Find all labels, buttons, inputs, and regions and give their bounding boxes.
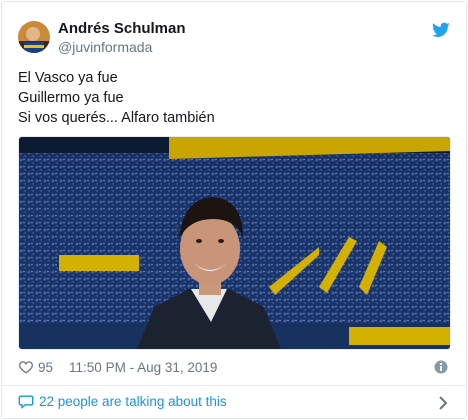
tweet-card: Andrés Schulman @juvinformada El Vasco y… (1, 1, 467, 419)
tweet-timestamp[interactable]: 11:50 PM - Aug 31, 2019 (69, 360, 217, 375)
author-handle[interactable]: @juvinformada (58, 39, 152, 55)
divider (2, 385, 466, 386)
chevron-right-icon[interactable] (438, 396, 448, 410)
conversation-link[interactable]: 22 people are talking about this (18, 394, 227, 409)
heart-icon[interactable] (18, 360, 34, 374)
twitter-bird-icon[interactable] (432, 22, 450, 38)
conversation-label[interactable]: 22 people are talking about this (39, 394, 227, 409)
tweet-line: Guillermo ya fue (18, 90, 124, 106)
tweet-line: Si vos querés... Alfaro también (18, 110, 215, 126)
info-icon[interactable] (434, 360, 448, 374)
tweet-meta: 95 11:50 PM - Aug 31, 2019 (18, 358, 217, 376)
avatar[interactable] (18, 21, 50, 53)
tweet-line: El Vasco ya fue (18, 70, 118, 86)
tweet-photo[interactable] (18, 136, 451, 350)
speech-bubble-icon (18, 395, 34, 409)
author-name[interactable]: Andrés Schulman (58, 20, 186, 37)
tweet-text: El Vasco ya fue Guillermo ya fue Si vos … (18, 68, 215, 128)
like-count[interactable]: 95 (38, 360, 53, 375)
